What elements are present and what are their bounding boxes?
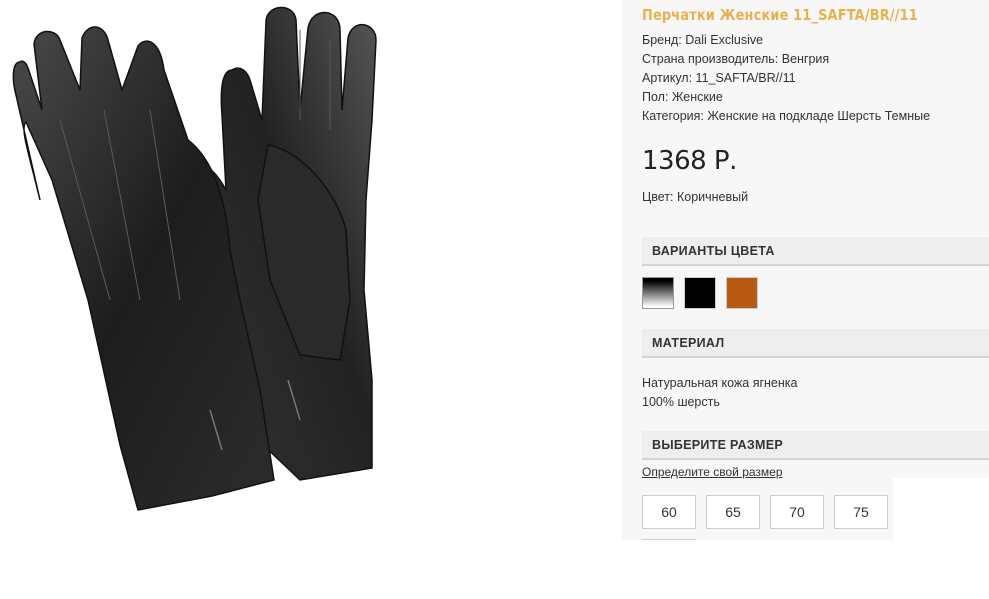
size-option-partial[interactable] xyxy=(642,539,696,543)
size-title: ВЫБЕРИТЕ РАЗМЕР xyxy=(652,438,784,452)
color-swatch-black[interactable] xyxy=(684,277,716,309)
size-option-65[interactable]: 65 xyxy=(706,495,760,529)
size-guide-link[interactable]: Определите свой размер xyxy=(642,465,783,479)
product-title: Перчатки Женские 11_SAFTA/BR//11 xyxy=(642,6,918,24)
material-title: МАТЕРИАЛ xyxy=(652,336,725,350)
product-color: Цвет: Коричневый xyxy=(642,190,749,204)
color-variants-header: ВАРИАНТЫ ЦВЕТА xyxy=(642,237,989,266)
spec-gender: Пол: Женские xyxy=(642,90,723,104)
spec-category: Категория: Женские на подкладе Шерсть Те… xyxy=(642,109,931,123)
size-option-75[interactable]: 75 xyxy=(834,495,888,529)
color-swatch-brown[interactable] xyxy=(726,277,758,309)
product-image xyxy=(0,0,410,540)
spec-country: Страна производитель: Венгрия xyxy=(642,52,830,66)
material-line-1: Натуральная кожа ягненка xyxy=(642,376,798,390)
size-option-60[interactable]: 60 xyxy=(642,495,696,529)
size-option-70[interactable]: 70 xyxy=(770,495,824,529)
glove-illustration xyxy=(12,6,377,511)
size-header: ВЫБЕРИТЕ РАЗМЕР xyxy=(642,431,989,460)
panel-white-patch xyxy=(893,478,989,540)
spec-article: Артикул: 11_SAFTA/BR//11 xyxy=(642,71,796,85)
material-header: МАТЕРИАЛ xyxy=(642,329,989,358)
color-swatch-gradient[interactable] xyxy=(642,277,674,309)
spec-brand: Бренд: Dali Exclusive xyxy=(642,33,764,47)
product-price: 1368 Р. xyxy=(642,146,737,176)
material-line-2: 100% шерсть xyxy=(642,395,720,409)
color-variants-title: ВАРИАНТЫ ЦВЕТА xyxy=(652,244,775,258)
